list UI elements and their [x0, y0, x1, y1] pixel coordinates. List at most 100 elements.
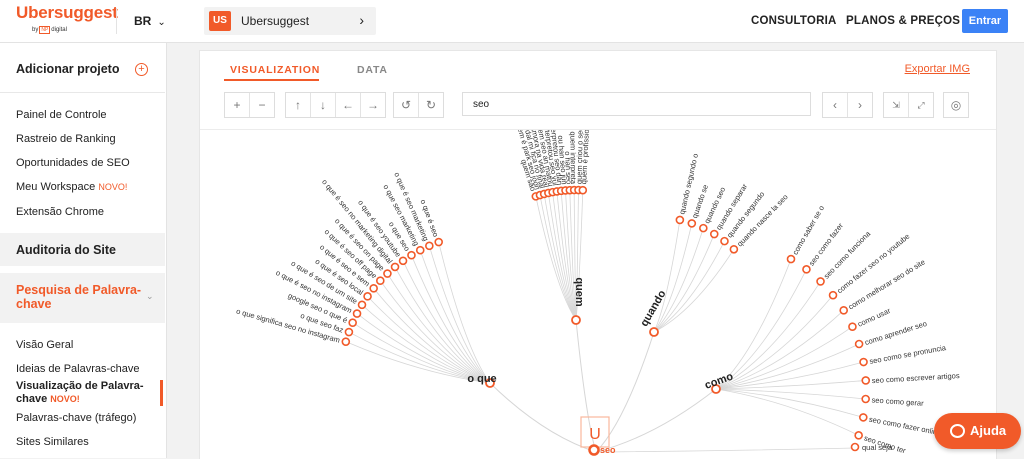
nav-planos-precos[interactable]: PLANOS & PREÇOS — [846, 15, 960, 27]
sidebar-section-pesquisa[interactable]: Pesquisa de Palavra-chave ⌄ — [0, 273, 165, 323]
leaf-node[interactable] — [854, 431, 863, 440]
project-selector[interactable]: US Ubersuggest › — [204, 7, 376, 35]
pesquisa-label: Pesquisa de Palavra-chave — [16, 283, 142, 311]
target-icon[interactable]: ◎ — [944, 93, 968, 117]
leaf-node[interactable] — [341, 337, 351, 346]
leaf-link — [387, 273, 491, 384]
leaf-node[interactable] — [425, 241, 434, 251]
sidebar-item-extensao[interactable]: Extensão Chrome — [16, 206, 104, 218]
chevron-down-icon: ⌄ — [146, 291, 154, 301]
leaf-node[interactable] — [720, 236, 729, 246]
leaf-label: seo como escrever artigos — [872, 371, 961, 385]
arrow-down-icon[interactable]: ↓ — [311, 93, 336, 117]
leaf-node[interactable] — [675, 215, 685, 225]
arrow-right-icon[interactable]: → — [361, 93, 385, 117]
arrow-up-icon[interactable]: ↑ — [286, 93, 311, 117]
leaf-node[interactable] — [848, 322, 857, 331]
leaf-label: seo como gerar — [871, 395, 924, 407]
sidebar-item-painel[interactable]: Painel de Controle — [16, 109, 107, 121]
collapse-icon[interactable]: ⇲ — [884, 93, 909, 117]
keyword-search-input[interactable]: seo — [462, 92, 811, 116]
expand-icon[interactable]: ⤢ — [909, 93, 933, 117]
recenter-control: ◎ — [943, 92, 969, 118]
zoom-out-icon[interactable]: − — [250, 93, 274, 117]
redo-icon[interactable]: ↻ — [419, 93, 443, 117]
auditoria-label: Auditoria do Site — [16, 243, 116, 257]
leaf-node[interactable] — [390, 262, 400, 272]
leaf-node[interactable] — [578, 185, 588, 195]
leaf-node[interactable] — [729, 244, 739, 254]
sidebar-item-rastreio[interactable]: Rastreio de Ranking — [16, 133, 116, 145]
login-button[interactable]: Entrar — [962, 9, 1008, 33]
leaf-link — [379, 280, 491, 384]
branch-node[interactable] — [571, 315, 581, 325]
leaf-node[interactable] — [786, 254, 796, 264]
leaf-node[interactable] — [850, 442, 860, 452]
branch-node[interactable] — [649, 327, 659, 337]
leaf-node[interactable] — [854, 339, 864, 349]
sidebar-item-sites-similares[interactable]: Sites Similares — [16, 436, 89, 448]
leaf-link — [715, 343, 860, 390]
leaf-node[interactable] — [858, 413, 868, 422]
leaf-link — [715, 388, 866, 400]
arrow-left-icon[interactable]: ← — [336, 93, 361, 117]
leaf-node[interactable] — [407, 250, 416, 260]
ubersuggest-logo[interactable]: Ubersuggest by NP digital — [16, 3, 118, 34]
leaf-node[interactable] — [369, 284, 378, 293]
tab-data[interactable]: DATA — [357, 64, 388, 76]
leaf-node[interactable] — [709, 229, 719, 239]
tab-visualization[interactable]: VISUALIZATION — [230, 64, 320, 76]
leaf-node[interactable] — [434, 237, 443, 247]
sidebar-divider — [0, 92, 165, 93]
logo-by-np-digital: by NP digital — [32, 26, 67, 34]
leaf-node[interactable] — [375, 276, 385, 286]
leaf-node[interactable] — [687, 219, 697, 228]
leaf-node[interactable] — [861, 376, 871, 385]
project-name: Ubersuggest — [241, 14, 310, 28]
leaf-node[interactable] — [816, 277, 825, 286]
branch-label: quem — [573, 277, 585, 307]
sidebar-item-trafego[interactable]: Palavras-chave (tráfego) — [16, 412, 136, 424]
plus-circle-icon[interactable]: + — [135, 63, 148, 76]
leaf-link — [419, 250, 491, 384]
leaf-node[interactable] — [383, 269, 392, 278]
chevron-right-icon[interactable]: › — [848, 93, 872, 117]
leaf-link — [653, 227, 704, 333]
sidebar-item-ideias[interactable]: Ideias de Palavras-chave — [16, 363, 140, 375]
sidebar-item-oportunidades[interactable]: Oportunidades de SEO — [16, 157, 130, 169]
visualization-panel: VISUALIZATION DATA Exportar IMG + − ↑ ↓ ← → … — [199, 50, 997, 459]
leaf-node[interactable] — [699, 223, 708, 233]
leaf-node[interactable] — [357, 300, 367, 310]
leaf-node[interactable] — [348, 318, 357, 327]
expand-controls: ⇲ ⤢ — [883, 92, 934, 118]
root-node[interactable] — [588, 444, 600, 456]
chevron-left-icon[interactable]: ‹ — [823, 93, 848, 117]
sidebar-item-workspace[interactable]: Meu Workspace NOVO! — [16, 181, 127, 193]
leaf-node[interactable] — [363, 292, 372, 301]
help-button[interactable]: Ajuda — [934, 413, 1021, 449]
leaf-node[interactable] — [352, 309, 362, 318]
add-project-label[interactable]: Adicionar projeto — [16, 62, 119, 76]
leaf-label: como fazer seo no youtube — [835, 232, 911, 296]
leaf-label: como usar — [856, 306, 892, 329]
leaf-node[interactable] — [802, 265, 811, 274]
leaf-node[interactable] — [839, 306, 849, 315]
leaf-link — [653, 233, 715, 333]
leaf-node[interactable] — [398, 256, 408, 266]
sidebar-section-auditoria[interactable]: Auditoria do Site — [0, 233, 165, 266]
leaf-node[interactable] — [859, 357, 868, 367]
export-img-link[interactable]: Exportar IMG — [905, 63, 970, 75]
history-controls: ↺ ↻ — [393, 92, 444, 118]
language-selector[interactable]: BR ⌄ — [134, 14, 166, 28]
leaf-node[interactable] — [415, 245, 425, 255]
zoom-in-icon[interactable]: + — [225, 93, 250, 117]
sidebar-item-visao-geral[interactable]: Visão Geral — [16, 339, 73, 351]
sidebar-item-visualizacao[interactable]: Visualização de Palavra-chave NOVO! — [16, 380, 144, 406]
nav-consultoria[interactable]: CONSULTORIA — [751, 15, 836, 27]
undo-icon[interactable]: ↺ — [394, 93, 419, 117]
leaf-node[interactable] — [861, 394, 870, 404]
leaf-node[interactable] — [344, 327, 354, 337]
active-indicator — [160, 380, 163, 406]
leaf-node[interactable] — [828, 290, 838, 300]
leaf-label: como melhorar seo do site — [847, 257, 927, 311]
